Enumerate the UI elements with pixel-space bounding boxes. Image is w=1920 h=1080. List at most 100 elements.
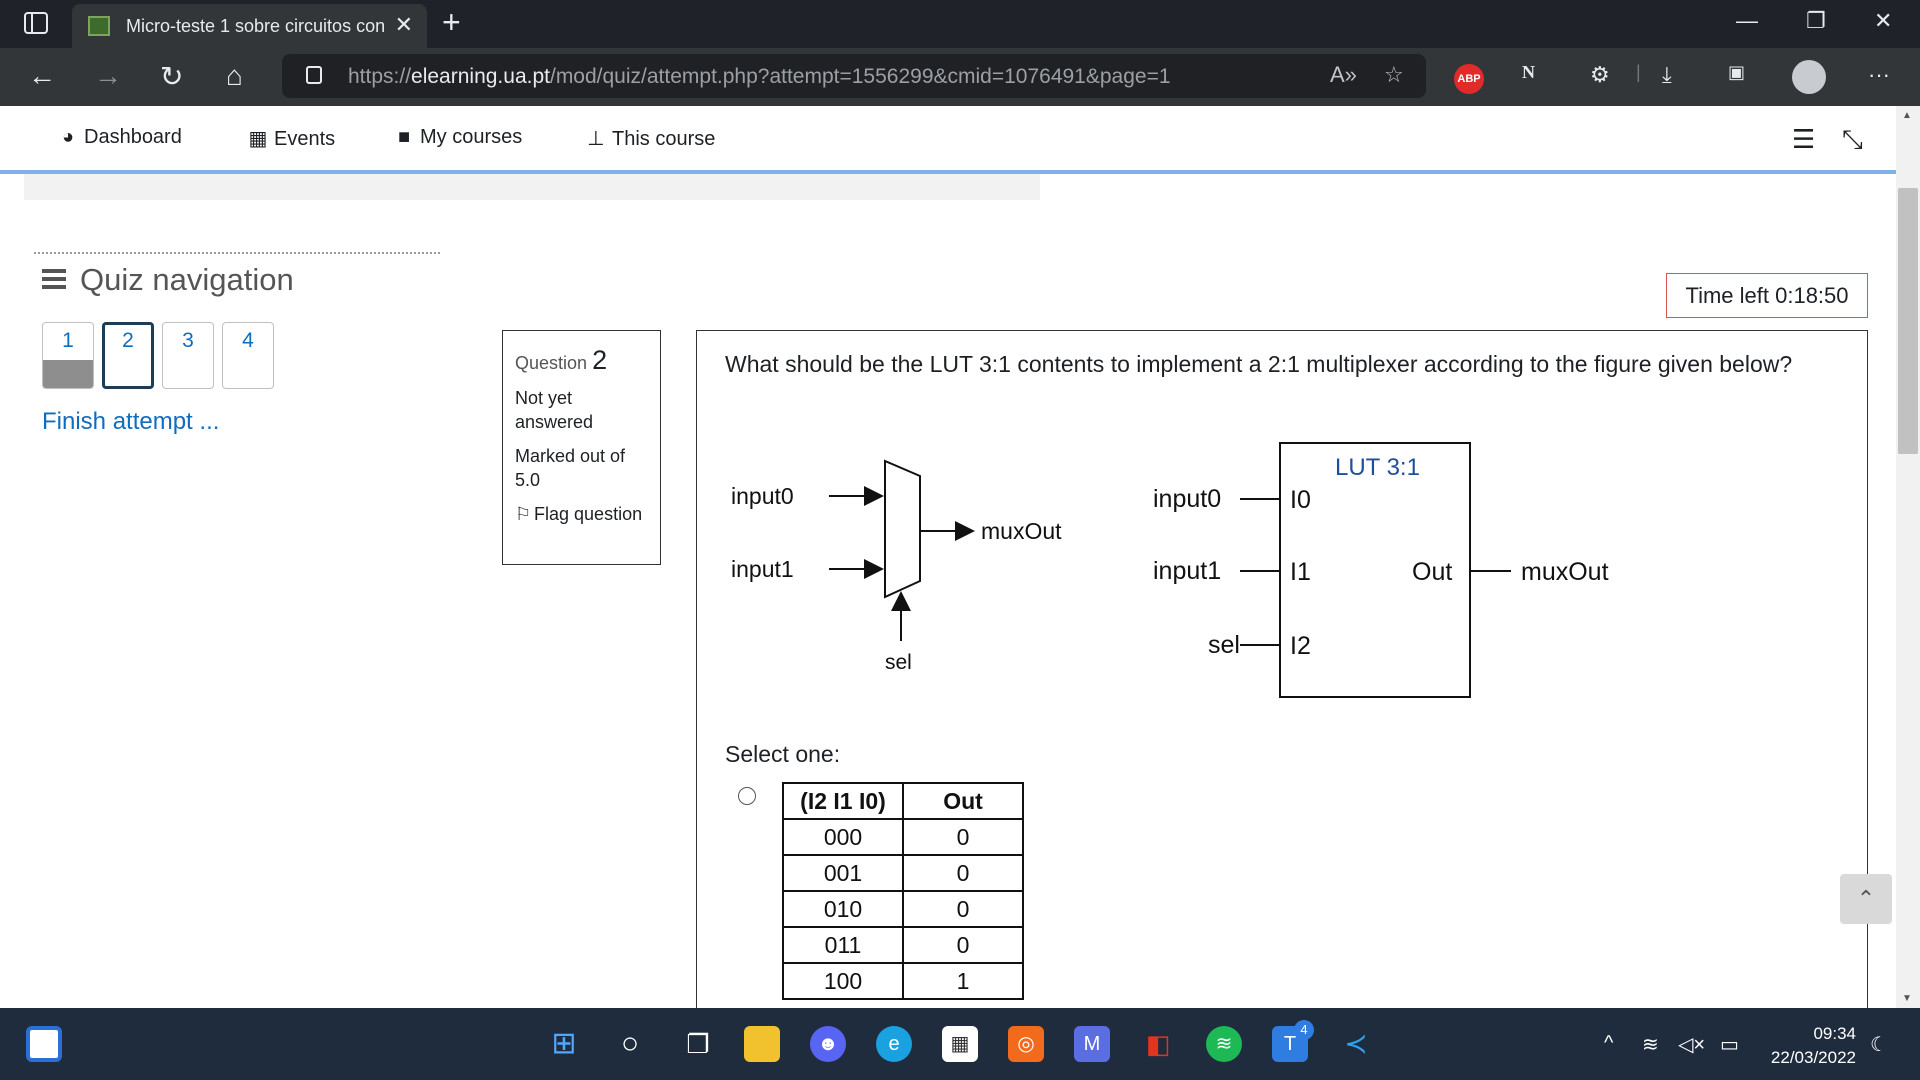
download-icon[interactable]: ⤓: [1662, 62, 1672, 88]
restore-icon[interactable]: ❐: [1806, 8, 1826, 34]
table-cell: 0: [902, 926, 1024, 964]
blocks-toggle-icon[interactable]: ☰: [1792, 124, 1815, 155]
widgets-icon[interactable]: [26, 1026, 62, 1062]
tab-actions-icon[interactable]: [24, 12, 48, 34]
collapse-icon[interactable]: ⤡: [1842, 124, 1863, 156]
toolbar-divider: |: [1636, 62, 1641, 82]
table-header-out: Out: [902, 782, 1024, 820]
address-bar[interactable]: https://elearning.ua.pt/mod/quiz/attempt…: [282, 54, 1426, 98]
nav-this-course[interactable]: ⊥ This course: [584, 126, 715, 151]
table-cell: 0: [902, 890, 1024, 928]
scrollbar-thumb[interactable]: [1898, 188, 1918, 454]
table-cell: 010: [782, 890, 904, 928]
breadcrumb-strip: [24, 174, 1040, 200]
page-scrollbar[interactable]: ▲ ▼: [1896, 106, 1920, 1008]
math-solver-icon[interactable]: ▣: [1728, 62, 1745, 83]
table-cell: 1: [902, 962, 1024, 1000]
clock-date: 22/03/2022: [1770, 1048, 1856, 1067]
sitemap-icon: ⊥: [587, 128, 605, 150]
quiz-nav-question-3[interactable]: 3: [162, 322, 214, 389]
table-cell: 001: [782, 854, 904, 892]
quiz-nav-question-2[interactable]: 2: [102, 322, 154, 389]
mux-output-label: muxOut: [981, 518, 1062, 544]
file-explorer-icon[interactable]: [744, 1026, 780, 1062]
question-text: What should be the LUT 3:1 contents to i…: [725, 351, 1793, 377]
wifi-icon[interactable]: ≋: [1642, 1032, 1659, 1057]
answer-option-radio[interactable]: [738, 787, 756, 805]
battery-icon[interactable]: ▭: [1720, 1032, 1739, 1057]
site-favicon-icon: [88, 16, 110, 36]
new-tab-icon[interactable]: +: [442, 4, 461, 41]
mux-input1-label: input1: [731, 556, 794, 582]
flag-question-link[interactable]: ⚐ Flag question: [515, 502, 648, 526]
question-marks: Marked out of 5.0: [515, 446, 626, 490]
mathpix-icon[interactable]: M: [1074, 1026, 1110, 1062]
start-icon[interactable]: ⊞: [546, 1026, 582, 1062]
spotify-icon[interactable]: ≋: [1206, 1026, 1242, 1062]
refresh-icon[interactable]: ↻: [160, 60, 183, 93]
vscode-icon[interactable]: ≺: [1338, 1026, 1374, 1062]
calendar-icon: ▦: [248, 128, 268, 150]
show-hidden-icons-icon[interactable]: ^: [1604, 1032, 1613, 1055]
close-tab-icon[interactable]: ✕: [395, 12, 413, 38]
scroll-up-icon[interactable]: ▲: [1902, 110, 1912, 121]
quiz-nav-question-4[interactable]: 4: [222, 322, 274, 389]
lut-pin-i1: I1: [1290, 558, 1311, 586]
nav-my-courses[interactable]: ■ My courses: [392, 126, 522, 149]
nav-dashboard[interactable]: ◕ Dashboard: [56, 126, 182, 149]
truth-table: (I2 I1 I0) Out 000 0 001 0 010 0 011 0 100 1: [782, 782, 1024, 1000]
lut-input1-label: input1: [1153, 557, 1221, 585]
clock-time: 09:34: [1813, 1024, 1856, 1043]
mux-symbol: [884, 459, 921, 599]
mux-lut-figure: input0 input1 muxOut sel LUT 3:1 input0 …: [731, 442, 1609, 698]
back-icon[interactable]: ←: [28, 60, 56, 92]
volume-muted-icon[interactable]: ◁×: [1678, 1032, 1705, 1057]
task-view-icon[interactable]: ❐: [680, 1026, 716, 1062]
favorites-icon[interactable]: ☆: [1384, 62, 1404, 88]
quiz-nav-question-1[interactable]: 1: [42, 322, 94, 389]
abp-icon[interactable]: ABP: [1454, 64, 1484, 94]
back-to-top-button[interactable]: ⌃: [1840, 874, 1892, 924]
read-aloud-icon[interactable]: A»: [1330, 62, 1357, 88]
app-icon[interactable]: ◎: [1008, 1026, 1044, 1062]
lut-input0-label: input0: [1153, 485, 1221, 513]
edge-icon[interactable]: e: [876, 1026, 912, 1062]
extensions-icon[interactable]: ⚙: [1590, 62, 1610, 88]
extension-n-icon[interactable]: N: [1522, 62, 1535, 83]
lut-title: LUT 3:1: [1335, 454, 1420, 481]
system-clock[interactable]: 09:34 22/03/2022: [1760, 1022, 1856, 1070]
url-text[interactable]: https://elearning.ua.pt/mod/quiz/attempt…: [348, 65, 1171, 89]
finish-attempt-link[interactable]: Finish attempt ...: [42, 408, 219, 436]
home-icon[interactable]: ⌂: [226, 60, 243, 92]
store-icon[interactable]: ▦: [942, 1026, 978, 1062]
browser-tab-bar: Micro-teste 1 sobre circuitos con ✕ + — …: [0, 0, 1920, 48]
lut-pin-i2: I2: [1290, 632, 1311, 660]
nav-events[interactable]: ▦ Events: [246, 126, 336, 151]
office-icon[interactable]: ◧: [1140, 1026, 1176, 1062]
menu-icon: [42, 268, 66, 289]
lut-sel-label: sel: [1208, 631, 1240, 659]
table-row: 000 0: [782, 818, 1024, 856]
notification-center-icon[interactable]: ☾: [1870, 1032, 1888, 1057]
windows-taskbar: ⊞ ○ ❐ ☻ e ▦ ◎ M ◧ ≋ T 4 ≺ ^ ≋ ◁× ▭ 09:34…: [0, 1008, 1920, 1080]
table-cell: 011: [782, 926, 904, 964]
close-window-icon[interactable]: ✕: [1874, 8, 1892, 34]
scroll-down-icon[interactable]: ▼: [1902, 993, 1912, 1004]
table-cell: 000: [782, 818, 904, 856]
flag-icon: ⚐: [515, 504, 532, 524]
more-icon[interactable]: ···: [1868, 62, 1890, 88]
table-row: 001 0: [782, 854, 1024, 892]
question-status: Not yet answered: [515, 388, 594, 432]
profile-icon[interactable]: [1792, 60, 1826, 94]
search-icon[interactable]: ○: [612, 1026, 648, 1062]
lock-icon[interactable]: [306, 66, 322, 84]
discord-icon[interactable]: ☻: [810, 1026, 846, 1062]
dashboard-icon: ◕: [61, 126, 75, 148]
question-info-box: Question 2 Not yet answered Marked out o…: [502, 330, 661, 565]
forward-icon[interactable]: →: [94, 60, 122, 92]
lut-pin-i0: I0: [1290, 486, 1311, 514]
browser-tab-active[interactable]: Micro-teste 1 sobre circuitos con ✕: [72, 4, 427, 48]
lut-pin-out: Out: [1412, 558, 1452, 586]
lut-output-label: muxOut: [1521, 558, 1609, 586]
minimize-icon[interactable]: —: [1736, 8, 1758, 34]
